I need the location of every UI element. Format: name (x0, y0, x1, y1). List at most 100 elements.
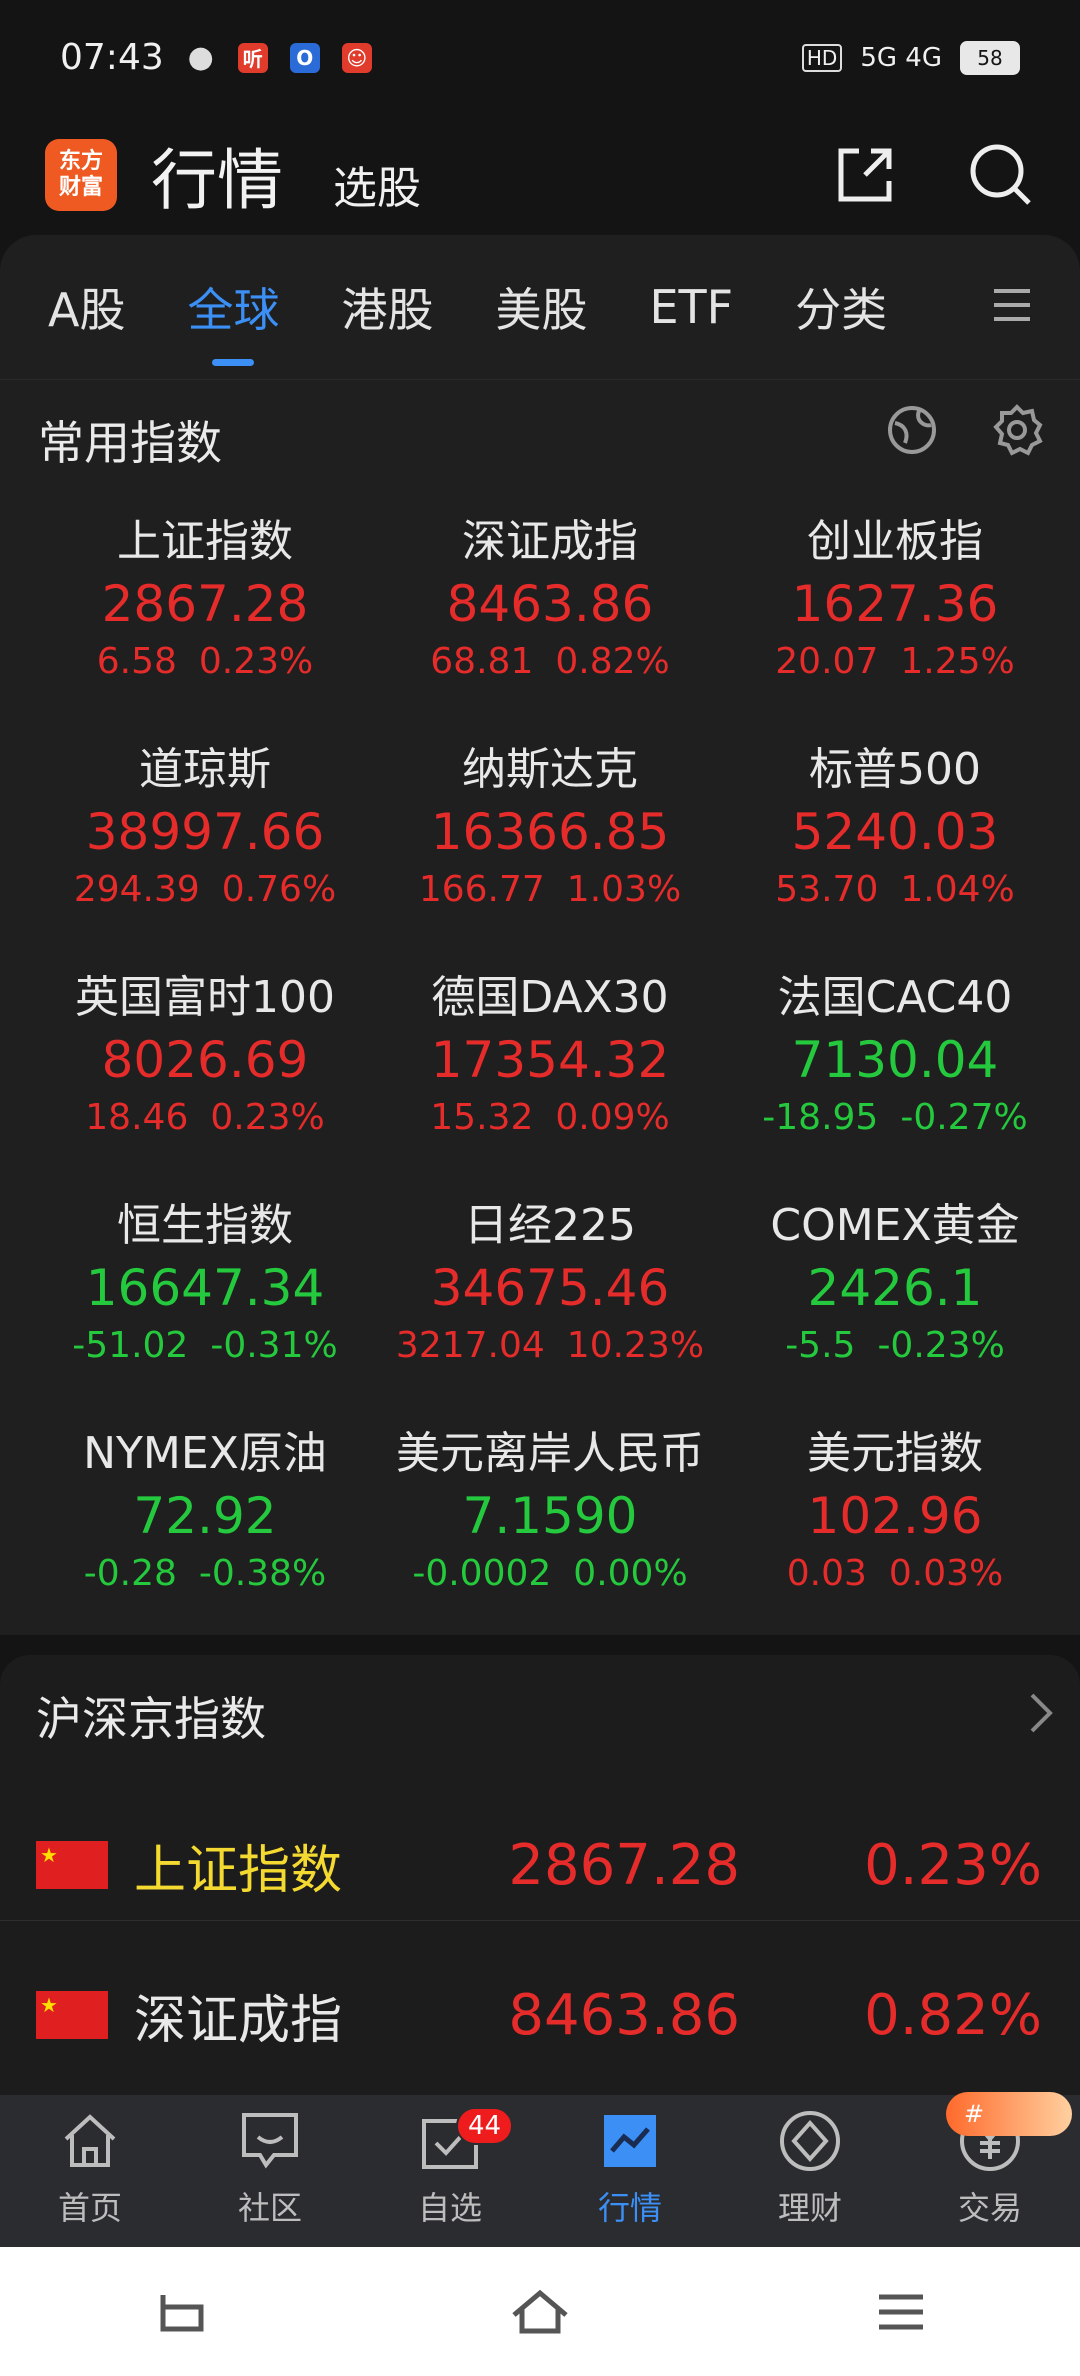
index-change-pct: 0.23% (198, 641, 314, 682)
index-price: 8026.69 (101, 1031, 309, 1089)
app-logo[interactable]: 东方 财富 (45, 139, 117, 211)
index-change-value: -0.0002 (412, 1553, 552, 1594)
index-change-pct: 0.23% (210, 1097, 325, 1138)
index-cell[interactable]: 法国CAC40 7130.04 -18.95 -0.27% (715, 961, 1075, 1138)
china-flag-icon: ★ (36, 1841, 108, 1889)
index-cell[interactable]: 上证指数 2867.28 6.58 0.23% (25, 505, 385, 682)
index-cell[interactable]: NYMEX原油 72.92 -0.28 -0.38% (25, 1417, 385, 1594)
nav-wealth[interactable]: 理财 (720, 2095, 900, 2247)
list-item[interactable]: ★ 上证指数 2867.28 0.23% (0, 1795, 1080, 1935)
index-name: 上证指数 (117, 516, 293, 567)
index-price: 8463.86 (508, 1982, 740, 2048)
nav-home[interactable]: 首页 (0, 2095, 180, 2247)
nav-community[interactable]: 社区 (180, 2095, 360, 2247)
menu-icon[interactable] (992, 285, 1032, 325)
index-change-value: 294.39 (73, 869, 200, 910)
index-name: 纳斯达克 (462, 744, 638, 795)
index-change: 68.81 0.82% (370, 641, 730, 682)
index-change-pct: 0.82% (555, 641, 670, 682)
index-change-value: 6.58 (96, 641, 177, 682)
index-name: NYMEX原油 (83, 1428, 327, 1479)
index-cell[interactable]: 深证成指 8463.86 68.81 0.82% (370, 505, 730, 682)
index-change-pct: -0.31% (210, 1325, 338, 1366)
index-cell[interactable]: 创业板指 1627.36 20.07 1.25% (715, 505, 1075, 682)
index-change-value: 53.70 (775, 869, 879, 910)
index-cell[interactable]: 德国DAX30 17354.32 15.32 0.09% (370, 961, 730, 1138)
promo-badge[interactable]: # (946, 2092, 1072, 2136)
back-icon[interactable] (149, 2287, 209, 2337)
index-cell[interactable]: 恒生指数 16647.34 -51.02 -0.31% (25, 1189, 385, 1366)
index-name: 英国富时100 (75, 972, 335, 1023)
index-change-value: -0.28 (83, 1553, 177, 1594)
status-time: 07:43 (60, 37, 164, 78)
index-name: 美元指数 (807, 1428, 983, 1479)
bottom-nav: 首页 社区 44 自选 行情 理财 交易 (0, 2095, 1080, 2247)
home-icon (64, 2114, 116, 2167)
index-change: 166.77 1.03% (370, 869, 730, 910)
tab-etf[interactable]: ETF (649, 280, 733, 334)
signal-icon: 5G 4G (860, 42, 942, 73)
index-price: 2867.28 (101, 575, 309, 633)
nav-market[interactable]: 行情 (540, 2095, 720, 2247)
chevron-right-icon[interactable] (1026, 1691, 1056, 1735)
index-name: 日经225 (464, 1200, 636, 1251)
index-price: 7.1590 (462, 1487, 638, 1545)
nav-watchlist-label: 自选 (417, 2189, 482, 2227)
wechat-icon: ● (187, 40, 214, 75)
nav-community-label: 社区 (237, 2189, 302, 2227)
index-cell[interactable]: 英国富时100 8026.69 18.46 0.23% (25, 961, 385, 1138)
index-change-pct: 1.04% (900, 869, 1015, 910)
gear-icon[interactable] (990, 403, 1044, 457)
index-cell[interactable]: 日经225 34675.46 3217.04 10.23% (370, 1189, 730, 1366)
index-cell[interactable]: 美元指数 102.96 0.03 0.03% (715, 1417, 1075, 1594)
index-pct: 0.82% (864, 1982, 1042, 2048)
tab-a-shares[interactable]: A股 (48, 274, 125, 340)
index-change-value: 3217.04 (395, 1325, 545, 1366)
stock-picker-link[interactable]: 选股 (333, 152, 421, 216)
system-nav-bar (0, 2247, 1080, 2376)
index-change: -18.95 -0.27% (715, 1097, 1075, 1138)
index-change-value: 166.77 (418, 869, 545, 910)
hs-indices-title: 沪深京指数 (36, 1692, 266, 1746)
index-change: 18.46 0.23% (25, 1097, 385, 1138)
tab-hk[interactable]: 港股 (341, 274, 433, 340)
index-price: 2426.1 (807, 1259, 983, 1317)
search-icon[interactable] (967, 141, 1035, 209)
index-name: 上证指数 (134, 1840, 343, 1901)
tab-category[interactable]: 分类 (795, 274, 887, 340)
index-cell[interactable]: 道琼斯 38997.66 294.39 0.76% (25, 733, 385, 910)
recents-icon[interactable] (871, 2287, 931, 2337)
index-price: 72.92 (133, 1487, 277, 1545)
index-change-pct: 0.00% (573, 1553, 688, 1594)
index-name: 创业板指 (807, 516, 983, 567)
share-icon[interactable] (833, 143, 897, 207)
diamond-icon (780, 2111, 840, 2171)
globe-icon[interactable] (885, 403, 939, 457)
home-button-icon[interactable] (508, 2287, 572, 2337)
hs-indices-section: 沪深京指数 ★ 上证指数 2867.28 0.23% ★ 深证成指 8463.8… (0, 1655, 1080, 2095)
index-price: 17354.32 (430, 1031, 670, 1089)
nav-home-label: 首页 (57, 2189, 122, 2227)
app-o-icon: O (289, 42, 320, 73)
list-item[interactable]: ★ 深证成指 8463.86 0.82% (0, 1945, 1080, 2085)
index-name: 恒生指数 (117, 1200, 293, 1251)
market-tabs: A股 全球 港股 美股 ETF 分类 (0, 235, 1080, 380)
tab-global[interactable]: 全球 (187, 274, 279, 366)
common-indices-title: 常用指数 (38, 416, 222, 470)
index-name: 标普500 (809, 744, 981, 795)
index-change: -5.5 -0.23% (715, 1325, 1075, 1366)
tab-us[interactable]: 美股 (495, 274, 587, 340)
nav-watchlist[interactable]: 44 自选 (360, 2095, 540, 2247)
index-cell[interactable]: 标普500 5240.03 53.70 1.04% (715, 733, 1075, 910)
index-change: -51.02 -0.31% (25, 1325, 385, 1366)
logo-text-2: 财富 (58, 175, 103, 200)
index-change-value: -51.02 (72, 1325, 189, 1366)
index-cell[interactable]: 美元离岸人民币 7.1590 -0.0002 0.00% (370, 1417, 730, 1594)
index-change: 6.58 0.23% (25, 641, 385, 682)
app-ting-icon: 听 (237, 42, 268, 73)
index-cell[interactable]: 纳斯达克 16366.85 166.77 1.03% (370, 733, 730, 910)
status-bar: 07:43 ● 听 O ☺ HD 5G 4G 58 (0, 0, 1080, 115)
index-change-pct: 0.09% (555, 1097, 670, 1138)
index-cell[interactable]: COMEX黄金 2426.1 -5.5 -0.23% (715, 1189, 1075, 1366)
logo-text-1: 东方 (58, 149, 103, 174)
